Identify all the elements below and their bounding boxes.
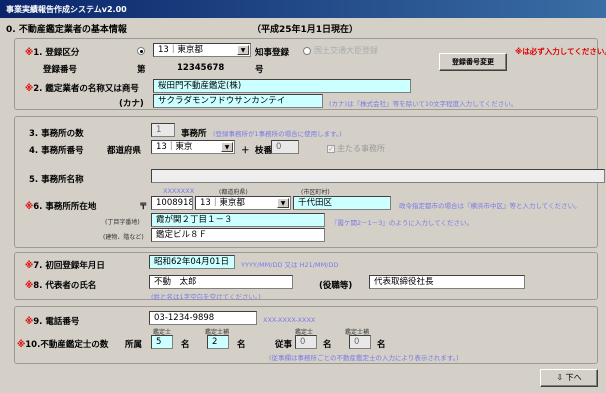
window-title: 事業実績報告作成システムv2.00 xyxy=(6,5,127,14)
section-phone-appraisers: ※9. 電話番号 03-1234-9898 XXX-XXXX-XXXX 鑑定士 … xyxy=(14,306,598,364)
reg-date-hint: YYYY/MM/DD 又は H21/MM/DD xyxy=(241,261,339,269)
radio-on-icon xyxy=(137,46,145,55)
go-label: 号 xyxy=(255,65,264,75)
juji-ho-input: 0 xyxy=(349,335,371,349)
rep-note: (姓と名は1字空白を空けてください。) xyxy=(151,293,261,301)
office-count-input[interactable]: 1 xyxy=(151,123,175,137)
office-no-label: 4. 事務所番号 xyxy=(29,146,84,156)
reg-date-input[interactable]: 昭和62年04月01日 xyxy=(149,255,235,269)
branch-label: 枝番 xyxy=(255,146,273,156)
reg-pref-select[interactable]: 13｜東京都 ▼ xyxy=(153,43,251,57)
plus-label: ＋ xyxy=(241,146,250,156)
mei-label-3: 名 xyxy=(323,340,332,350)
office-pref-label: 都道府県 xyxy=(107,146,142,156)
shozoku-label: 所属 xyxy=(125,340,143,350)
office-name-input[interactable] xyxy=(151,169,605,183)
reg-date-label: 7. 初回登録年月日 xyxy=(33,261,105,271)
juji-note: (従事欄は事務所ごとの不動産鑑定士の入力により表示されます。) xyxy=(269,354,459,362)
city-hint: (市区町村) xyxy=(301,189,330,196)
reg-no-value: 12345678 xyxy=(177,63,225,73)
chevron-down-icon[interactable]: ▼ xyxy=(277,198,289,208)
city-input[interactable]: 千代田区 xyxy=(293,196,391,210)
page-header: 0. 不動産鑑定業者の基本情報 （平成25年1月1日現在） xyxy=(6,22,358,35)
zip-hint: XXXXXXX xyxy=(163,187,195,195)
name-label: 鑑定業者の名称又は商号 xyxy=(45,84,139,94)
required-note: ※は必ず入力してください。 xyxy=(515,47,606,56)
radio-off-icon xyxy=(303,46,311,55)
mei-label: 名 xyxy=(181,340,190,350)
section-registration: ※1. 登録区分 13｜東京都 ▼ 知事登録 国土交通大臣登録 登録番号変更 ※は… xyxy=(14,38,606,110)
reg-change-button[interactable]: 登録番号変更 xyxy=(439,53,507,71)
building-input[interactable]: 鑑定ビル８Ｆ xyxy=(151,228,325,242)
bldg-label: (建物、階など) xyxy=(103,234,144,241)
office-unit: 事務所 xyxy=(181,129,207,139)
zip-mark: 〒 xyxy=(139,202,148,212)
label-prefix-2: 2. xyxy=(33,84,46,94)
kana-hint: (カナ)は『株式会社』等を除いて10文字程度入力してください。 xyxy=(329,100,518,108)
office-name-label: 5. 事務所名称 xyxy=(29,175,84,185)
zip-input[interactable]: 1008918 xyxy=(151,196,193,210)
phone-input[interactable]: 03-1234-9898 xyxy=(149,311,257,325)
street-input[interactable]: 霞が関２丁目１－３ xyxy=(151,213,325,227)
down-arrow-icon: ⇩ xyxy=(556,373,564,382)
branch-input[interactable]: 0 xyxy=(271,140,299,154)
rep-name-input[interactable]: 不動 太郎 xyxy=(149,275,293,289)
street-label: (丁目字番地) xyxy=(105,219,140,226)
reg-no-label: 登録番号 xyxy=(43,65,78,75)
chiji-label: 知事登録 xyxy=(255,48,290,58)
appraiser-label: 10.不動産鑑定士の数 xyxy=(25,340,109,350)
rep-label: 8. 代表者の氏名 xyxy=(33,281,97,291)
office-pref-select[interactable]: 13｜東京 ▼ xyxy=(151,140,235,154)
section-title: 0. 不動産鑑定業者の基本情報 xyxy=(6,25,127,35)
shozoku-ho-input[interactable]: 2 xyxy=(207,335,229,349)
next-button[interactable]: ⇩ 下へ xyxy=(540,369,598,387)
chevron-down-icon[interactable]: ▼ xyxy=(237,45,249,55)
title-label: (役職等) xyxy=(319,281,353,291)
checkbox-icon: ✓ xyxy=(327,144,335,153)
company-name-input[interactable]: 桜田門不動産鑑定(株) xyxy=(153,79,411,93)
radio-minister[interactable]: 国土交通大臣登録 xyxy=(303,45,378,56)
phone-hint: XXX-XXXX-XXXX xyxy=(263,316,316,324)
juji-label: 従事 xyxy=(275,340,293,350)
mei-label-2: 名 xyxy=(237,340,246,350)
pref-hint: (都道府県) xyxy=(219,189,248,196)
chevron-down-icon[interactable]: ▼ xyxy=(221,142,233,152)
kana-label: (カナ) xyxy=(119,99,144,109)
window-titlebar: 事業実績報告作成システムv2.00 xyxy=(0,0,606,18)
address-label: 6. 事務所所在地 xyxy=(33,202,97,212)
office-count-note: (登録事務所が1事務所の場合に使用します。) xyxy=(213,130,342,138)
street-note: 『霞ケ関2－1－3』のように入力してください。 xyxy=(331,219,474,227)
company-kana-input[interactable]: サクラダモンフドウサンカンテイ xyxy=(153,94,323,108)
city-note: 政令指定都市の場合は『横浜市中区』等と入力してください。 xyxy=(399,202,581,210)
phone-label: 9. 電話番号 xyxy=(33,317,80,327)
address-pref-select[interactable]: 13｜東京都 ▼ xyxy=(195,196,291,210)
title-input[interactable]: 代表取締役社長 xyxy=(369,275,525,289)
reg-type-label: 登録区分 xyxy=(45,48,80,58)
label-prefix-1: 1. xyxy=(33,48,46,58)
section-representative: ※7. 初回登録年月日 昭和62年04月01日 YYYY/MM/DD 又は H2… xyxy=(14,252,598,301)
shozoku-kanteishi-input[interactable]: 5 xyxy=(151,335,173,349)
radio-chiji[interactable] xyxy=(137,46,148,55)
section-office: 3. 事務所の数 1 事務所 (登録事務所が1事務所の場合に使用します。) 4.… xyxy=(14,116,605,248)
main-office-checkbox[interactable]: ✓ 主たる事務所 xyxy=(327,143,385,154)
office-count-label: 3. 事務所の数 xyxy=(29,129,84,139)
dai-label: 第 xyxy=(137,65,146,75)
report-date: （平成25年1月1日現在） xyxy=(252,25,359,35)
mei-label-4: 名 xyxy=(377,340,386,350)
juji-kanteishi-input: 0 xyxy=(295,335,317,349)
